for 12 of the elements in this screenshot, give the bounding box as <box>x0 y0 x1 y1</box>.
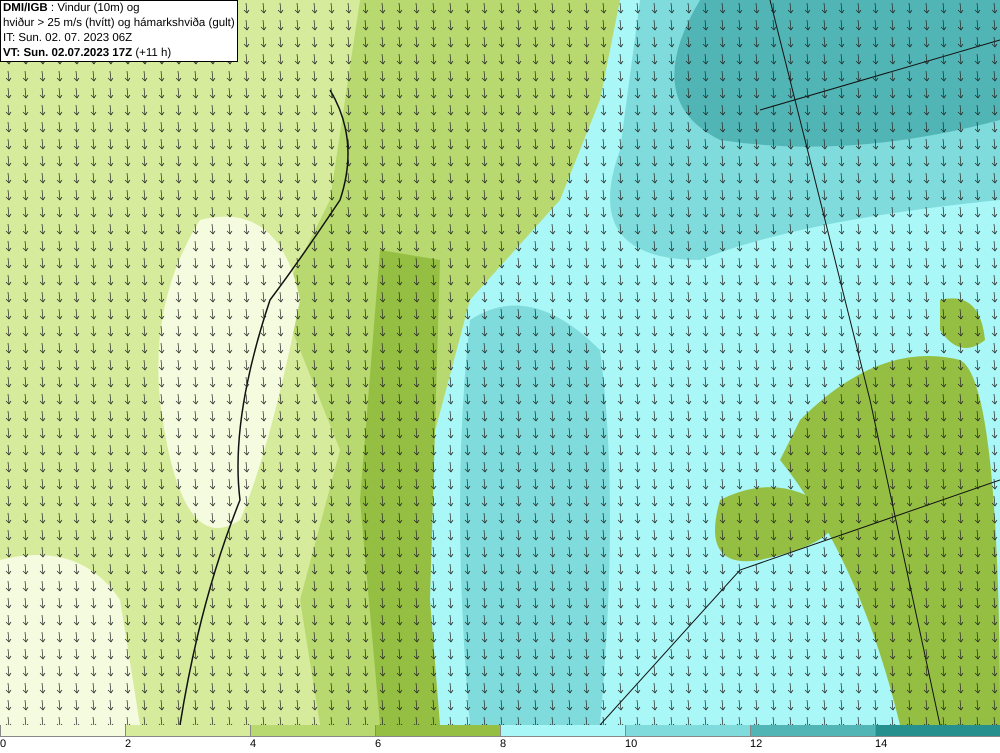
legend-label: 10 <box>625 737 638 751</box>
title-line: VT: Sun. 02.07.2023 17Z (+11 h) <box>3 46 172 61</box>
title-line: IT: Sun. 02. 07. 2023 06Z <box>3 31 134 46</box>
legend-label: 2 <box>125 737 132 751</box>
legend-label: 8 <box>500 737 506 751</box>
title-line: DMI/IGB : Vindur (10m) og <box>3 1 141 16</box>
legend-label: 6 <box>375 737 382 751</box>
legend-label: 14 <box>875 737 888 751</box>
legend-label: 12 <box>750 737 762 751</box>
legend-label: 4 <box>250 737 256 751</box>
title-line: hviður > 25 m/s (hvítt) og hámarkshviða (gult) <box>3 16 235 31</box>
legend-label: 0 <box>0 737 6 751</box>
